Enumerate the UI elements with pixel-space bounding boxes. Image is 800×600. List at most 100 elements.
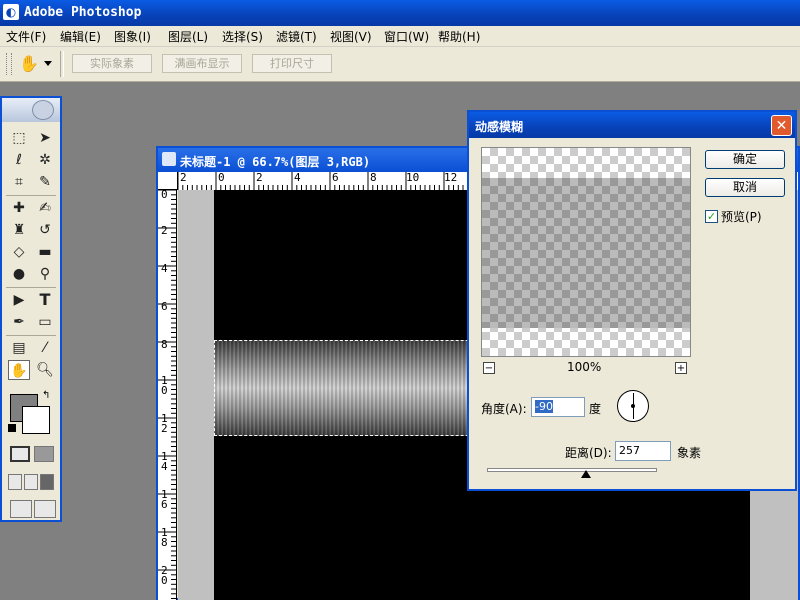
ruler-label: 1 6 <box>161 488 168 511</box>
default-colors-icon[interactable] <box>8 424 16 432</box>
photoshop-logo-icon: ◐ <box>3 4 19 20</box>
crop-icon[interactable]: ⌗ <box>8 172 30 192</box>
menu-select[interactable]: 选择(S) <box>222 28 263 45</box>
toolbox-header[interactable] <box>2 98 60 122</box>
menu-filter[interactable]: 滤镜(T) <box>276 28 317 45</box>
document-title: 未标题-1 @ 66.7%(图层 3,RGB) <box>180 155 371 169</box>
ruler-label: 4 <box>294 172 301 184</box>
ruler-label: 10 <box>406 172 420 184</box>
zoom-out-button[interactable]: − <box>483 362 495 374</box>
document-icon <box>162 152 176 166</box>
quick-mask-mode-icon[interactable] <box>34 446 54 462</box>
angle-dial-center <box>631 404 635 408</box>
distance-input[interactable]: 257 <box>615 441 671 461</box>
type-icon[interactable]: T <box>34 290 56 310</box>
options-bar: ✋ 实际象素 满画布显示 打印尺寸 <box>0 47 800 82</box>
print-size-button[interactable]: 打印尺寸 <box>252 54 332 73</box>
divider <box>6 195 56 196</box>
ok-button[interactable]: 确定 <box>705 150 785 169</box>
hand-icon[interactable]: ✋ <box>8 360 30 380</box>
angle-input[interactable]: -90 <box>531 397 585 417</box>
app-title-bar: ◐ Adobe Photoshop <box>0 0 800 26</box>
imageready-icon[interactable] <box>34 500 56 518</box>
ruler-label: 8 <box>370 172 377 184</box>
shape-icon[interactable]: ▭ <box>34 312 56 332</box>
ruler-label: 2 0 <box>161 564 168 587</box>
ruler-origin[interactable] <box>158 172 178 190</box>
zoom-in-button[interactable]: + <box>675 362 687 374</box>
ruler-label: 1 0 <box>161 374 168 397</box>
lasso-icon[interactable]: ℓ <box>8 150 30 170</box>
screen-mode-full-icon[interactable] <box>40 474 54 490</box>
ruler-label: 1 2 <box>161 412 168 435</box>
actual-pixels-button[interactable]: 实际象素 <box>72 54 152 73</box>
app-title: Adobe Photoshop <box>24 5 142 20</box>
ruler-label: 6 <box>332 172 339 184</box>
healing-brush-icon[interactable]: ✚ <box>8 198 30 218</box>
screen-mode-standard-icon[interactable] <box>8 474 22 490</box>
ruler-label: 1 8 <box>161 526 168 549</box>
path-selection-icon[interactable]: ▶ <box>8 290 30 310</box>
marquee-icon[interactable]: ⬚ <box>8 128 30 148</box>
move-icon[interactable]: ➤ <box>34 128 56 148</box>
preview-checkbox-label: 预览(P) <box>721 210 762 224</box>
notes-icon[interactable]: ▤ <box>8 338 30 358</box>
menu-help[interactable]: 帮助(H) <box>438 28 480 45</box>
ruler-label: 0 <box>161 190 168 201</box>
ruler-label: 2 <box>180 172 187 184</box>
ruler-label: 2 <box>256 172 263 184</box>
dialog-title-bar[interactable]: 动感模糊 ✕ <box>469 112 795 138</box>
toolbox: ⬚ ➤ ℓ ✲ ⌗ ✎ ✚ ✍ ♜ ↺ ◇ ▬ ● ⚲ ▶ T ✒ ▭ ▤ ⁄ … <box>0 96 62 522</box>
filter-preview[interactable] <box>481 147 691 357</box>
menu-bar: 文件(F) 编辑(E) 图象(I) 图层(L) 选择(S) 滤镜(T) 视图(V… <box>0 26 800 47</box>
menu-image[interactable]: 图象(I) <box>114 28 151 45</box>
menu-edit[interactable]: 编辑(E) <box>60 28 101 45</box>
dodge-icon[interactable]: ⚲ <box>34 264 56 284</box>
brush-icon[interactable]: ✍ <box>34 198 56 218</box>
history-brush-icon[interactable]: ↺ <box>34 220 56 240</box>
slice-icon[interactable]: ✎ <box>34 172 56 192</box>
angle-dial[interactable] <box>617 390 649 422</box>
standard-mode-icon[interactable] <box>10 446 30 462</box>
motion-blur-dialog: 动感模糊 ✕ − 100% + 确定 取消 ✓ 预览(P) 角度(A): -90… <box>467 110 797 491</box>
jump-to-imageready-icon[interactable] <box>10 500 32 518</box>
distance-label: 距离(D): <box>565 446 612 460</box>
ruler-label: 8 <box>161 338 168 351</box>
separator <box>60 51 64 77</box>
eye-logo-icon <box>32 100 54 120</box>
distance-slider-track[interactable] <box>487 468 657 472</box>
dialog-title: 动感模糊 <box>475 120 524 134</box>
pen-icon[interactable]: ✒ <box>8 312 30 332</box>
blur-icon[interactable]: ● <box>8 264 30 284</box>
distance-slider-thumb[interactable] <box>581 470 591 478</box>
divider <box>6 335 56 336</box>
eyedropper-icon[interactable]: ⁄ <box>34 338 56 358</box>
screen-mode-menu-icon[interactable] <box>24 474 38 490</box>
angle-label: 角度(A): <box>481 402 527 416</box>
menu-view[interactable]: 视图(V) <box>330 28 372 45</box>
menu-file[interactable]: 文件(F) <box>6 28 46 45</box>
ruler-label: 0 <box>218 172 225 184</box>
ruler-label: 2 <box>161 224 168 237</box>
clone-stamp-icon[interactable]: ♜ <box>8 220 30 240</box>
zoom-icon[interactable]: 🔍︎ <box>34 360 56 380</box>
divider <box>6 287 56 288</box>
cancel-button[interactable]: 取消 <box>705 178 785 197</box>
vertical-ruler[interactable]: 0 2 4 6 8 1 0 1 2 1 4 1 6 1 8 2 0 <box>158 190 177 600</box>
preview-checkbox[interactable]: ✓ <box>705 210 718 223</box>
fit-screen-button[interactable]: 满画布显示 <box>162 54 242 73</box>
options-grip[interactable] <box>6 53 12 75</box>
eraser-icon[interactable]: ◇ <box>8 242 30 262</box>
preview-blurred-area <box>482 178 690 328</box>
swap-colors-icon[interactable]: ↰ <box>42 390 50 401</box>
hand-tool-icon[interactable]: ✋ <box>18 53 40 75</box>
angle-value: -90 <box>535 400 553 413</box>
ruler-label: 12 <box>444 172 458 184</box>
menu-window[interactable]: 窗口(W) <box>384 28 429 45</box>
tool-preset-dropdown-icon[interactable] <box>44 61 52 66</box>
gradient-icon[interactable]: ▬ <box>34 242 56 262</box>
background-color-swatch[interactable] <box>22 406 50 434</box>
menu-layer[interactable]: 图层(L) <box>168 28 208 45</box>
close-icon[interactable]: ✕ <box>771 115 792 136</box>
magic-wand-icon[interactable]: ✲ <box>34 150 56 170</box>
